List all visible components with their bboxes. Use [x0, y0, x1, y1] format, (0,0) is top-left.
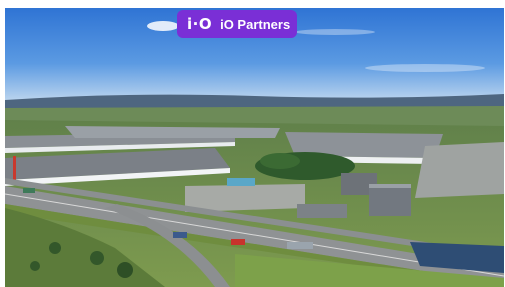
- cloud: [147, 21, 179, 31]
- aerial-photo: [5, 8, 504, 287]
- brand-name: iO Partners: [220, 16, 291, 32]
- brand-badge: i·O iO Partners: [177, 10, 297, 38]
- cloud: [365, 64, 485, 72]
- cloud: [295, 29, 375, 35]
- io-logo-icon: i·O: [187, 14, 213, 33]
